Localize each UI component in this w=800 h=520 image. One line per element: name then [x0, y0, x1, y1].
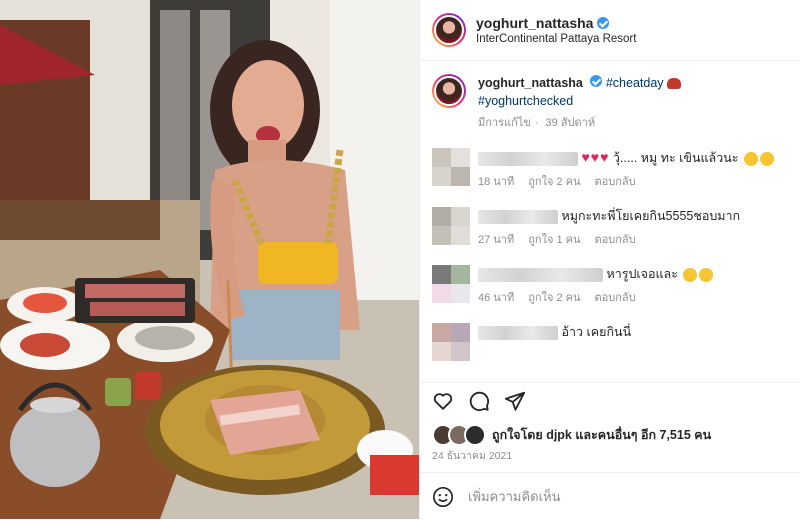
heart-icon[interactable] — [432, 390, 454, 412]
commenter-avatar[interactable] — [432, 148, 470, 186]
emoji-icon — [699, 267, 714, 282]
hashtag-cheatday[interactable]: #cheatday — [606, 76, 664, 90]
add-comment-bar: เพิ่มความคิดเห็น — [420, 472, 800, 520]
share-icon[interactable] — [504, 390, 526, 412]
comment-item: อ้าว เคยกินนี่ — [420, 323, 800, 361]
comment-icon[interactable] — [468, 390, 490, 412]
author-avatar[interactable] — [432, 13, 466, 47]
comment-likes[interactable]: ถูกใจ 2 คน — [528, 292, 580, 304]
reply-button[interactable]: ตอบกลับ — [595, 176, 636, 188]
comment-likes[interactable]: ถูกใจ 2 คน — [528, 176, 580, 188]
commenter-name-blurred[interactable] — [478, 209, 558, 224]
post-caption: yoghurt_nattasha #cheatday #yoghurtcheck… — [420, 60, 800, 132]
post-header: yoghurt_nattasha InterContinental Pattay… — [420, 0, 800, 61]
verified-badge-icon — [590, 75, 603, 87]
author-username[interactable]: yoghurt_nattasha — [476, 15, 593, 31]
comment-time[interactable]: 18 นาที — [478, 176, 514, 188]
comment-time[interactable]: 27 นาที — [478, 234, 514, 246]
commenter-name-blurred[interactable] — [478, 325, 558, 340]
post-location[interactable]: InterContinental Pattaya Resort — [476, 33, 636, 45]
comment-time[interactable]: 46 นาที — [478, 292, 514, 304]
likes-text[interactable]: ถูกใจโดย djpk และคนอื่นๆ อีก 7,515 คน — [492, 425, 711, 445]
post-date[interactable]: 24 ธันวาคม 2021 — [432, 447, 512, 464]
photo-illustration — [0, 0, 419, 519]
hashtag-yoghurtchecked[interactable]: #yoghurtchecked — [478, 94, 573, 108]
hearts-emoji: ♥♥♥ — [581, 149, 610, 165]
comments-section: yoghurt_nattasha #cheatday #yoghurtcheck… — [420, 60, 800, 380]
emoji-icon[interactable] — [432, 486, 454, 508]
comment-text: วุ้..... หมู ทะ เขินแล้วนะ — [612, 151, 739, 165]
meat-emoji-icon — [667, 78, 682, 90]
post-sidebar: yoghurt_nattasha InterContinental Pattay… — [419, 0, 800, 519]
reply-button[interactable]: ตอบกลับ — [595, 292, 636, 304]
commenter-avatar[interactable] — [432, 323, 470, 361]
caption-time[interactable]: 39 สัปดาห์ — [546, 117, 596, 129]
emoji-icon — [759, 151, 774, 166]
liker-avatar — [464, 424, 486, 446]
reply-button[interactable]: ตอบกลับ — [595, 234, 636, 246]
commenter-avatar[interactable] — [432, 207, 470, 245]
comment-item: ♥♥♥ วุ้..... หมู ทะ เขินแล้วนะ 18 นาที ถู… — [420, 148, 800, 191]
likes-summary[interactable]: ถูกใจโดย djpk และคนอื่นๆ อีก 7,515 คน — [432, 424, 711, 446]
caption-username[interactable]: yoghurt_nattasha — [478, 76, 583, 90]
comment-text: อ้าว เคยกินนี่ — [561, 325, 632, 339]
caption-avatar[interactable] — [432, 74, 466, 108]
emoji-icon — [743, 151, 758, 166]
comment-likes[interactable]: ถูกใจ 1 คน — [528, 234, 580, 246]
liker-avatars — [432, 424, 486, 446]
comment-text: หารูปเจอและ — [606, 267, 678, 281]
post-photo[interactable] — [0, 0, 419, 519]
comment-item: หมูกะทะพี่โยเคยกิน5555ชอบมาก 27 นาที ถูกใ… — [420, 207, 800, 249]
comment-text: หมูกะทะพี่โยเคยกิน5555ชอบมาก — [561, 209, 741, 223]
instagram-post: yoghurt_nattasha InterContinental Pattay… — [0, 0, 800, 519]
post-actions — [420, 382, 800, 419]
verified-badge-icon — [597, 17, 610, 29]
emoji-icon — [683, 267, 698, 282]
commenter-name-blurred[interactable] — [478, 267, 603, 282]
commenter-name-blurred[interactable] — [478, 151, 578, 166]
comment-item: หารูปเจอและ 46 นาที ถูกใจ 2 คน ตอบกลับ — [420, 265, 800, 307]
commenter-avatar[interactable] — [432, 265, 470, 303]
add-comment-input[interactable]: เพิ่มความคิดเห็น — [468, 486, 561, 507]
edited-label: มีการแก้ไข — [478, 117, 531, 129]
